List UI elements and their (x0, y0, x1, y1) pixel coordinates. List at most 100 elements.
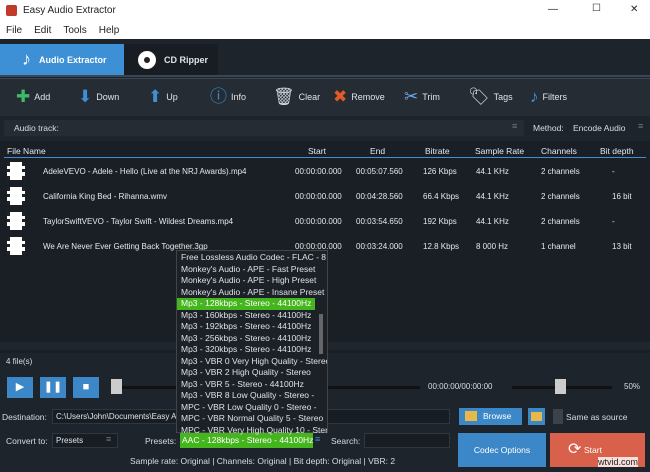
toolbar-info-button[interactable]: ⓘ Info (210, 88, 246, 105)
volume-value: 50% (624, 382, 641, 391)
cell-bitrate: 126 Kbps (423, 167, 457, 176)
same-as-source-checkbox[interactable] (553, 409, 563, 424)
presets-dropdown-list[interactable]: Free Lossless Audio Codec - FLAC - 8 Monk… (176, 250, 328, 435)
time-display: 00:00:00/00:00:00 (428, 382, 493, 391)
col-channels[interactable]: Channels (541, 146, 577, 156)
toolbar-add-button[interactable]: ✚ Add (16, 88, 50, 105)
codec-options-button[interactable]: Codec Options (458, 433, 546, 467)
cell-sample-rate: 44.1 KHz (476, 217, 509, 226)
cd-icon (138, 50, 156, 69)
position-slider-handle[interactable] (111, 379, 122, 394)
preset-option[interactable]: Free Lossless Audio Codec - FLAC - 8 (177, 252, 327, 264)
cell-bit-depth: - (612, 217, 615, 226)
tab-cd-ripper[interactable]: CD Ripper (124, 44, 218, 75)
folder-icon (465, 411, 477, 421)
col-bit-depth[interactable]: Bit depth (600, 146, 634, 156)
toolbar-trim-button[interactable]: ✂ Trim (404, 88, 440, 105)
arrow-down-icon: ⬇ (78, 87, 93, 106)
info-icon: ⓘ (210, 87, 227, 106)
refresh-icon: ⟳ (568, 441, 582, 458)
arrow-up-icon: ⬆ (148, 87, 163, 106)
table-row[interactable]: California King Bed - Rihanna.wmv 00:00:0… (4, 185, 646, 207)
preset-option[interactable]: Mp3 - VBR 8 Low Quality - Stereo - (177, 390, 327, 402)
window-title: Easy Audio Extractor (23, 5, 116, 16)
preset-option[interactable]: Monkey's Audio - APE - High Preset (177, 275, 327, 287)
folder-open-icon (531, 412, 542, 421)
preset-option[interactable]: Mp3 - VBR 5 - Stereo - 44100Hz (177, 379, 327, 391)
cell-channels: 1 channel (541, 242, 576, 251)
cell-channels: 2 channels (541, 192, 580, 201)
toolbar-filters-button[interactable]: ♪ Filters (530, 88, 567, 105)
cell-file-name: TaylorSwiftVEVO - Taylor Swift - Wildest… (43, 217, 234, 226)
toolbar-tags-button[interactable]: 🏷 Tags (468, 88, 513, 105)
video-file-icon (7, 237, 25, 255)
file-count: 4 file(s) (6, 357, 33, 366)
toolbar-down-button[interactable]: ⬇ Down (78, 88, 119, 105)
preset-option[interactable]: Monkey's Audio - APE - Fast Preset (177, 264, 327, 276)
close-button[interactable]: ✕ (630, 4, 638, 15)
menu-file[interactable]: File (6, 25, 22, 36)
scissors-icon: ✂ (404, 87, 419, 106)
cell-sample-rate: 8 000 Hz (476, 242, 509, 251)
convert-to-dropdown-icon[interactable]: ≡ (106, 434, 111, 444)
menu-edit[interactable]: Edit (34, 25, 51, 36)
method-label: Method: (533, 123, 564, 133)
browse-button[interactable]: Browse (459, 408, 522, 425)
method-dropdown-icon[interactable]: ≡ (638, 121, 643, 131)
play-button[interactable]: ▶ (7, 377, 33, 398)
status-text: Sample rate: Original | Channels: Origin… (130, 456, 396, 466)
col-bitrate[interactable]: Bitrate (425, 146, 450, 156)
plus-icon: ✚ (16, 87, 31, 106)
preset-option[interactable]: MPC - VBR Low Quality 0 - Stereo - (177, 402, 327, 414)
dropdown-scrollbar[interactable] (319, 314, 323, 354)
preset-option[interactable]: MPC - VBR Very High Quality 10 - Stereo (177, 425, 327, 437)
table-row[interactable]: AdeleVEVO - Adele - Hello (Live at the N… (4, 160, 646, 182)
search-input[interactable] (364, 433, 450, 448)
maximize-button[interactable]: ☐ (592, 3, 601, 14)
menu-bar: File Edit Tools Help (0, 22, 650, 39)
video-file-icon (7, 212, 25, 230)
col-start[interactable]: Start (308, 146, 326, 156)
preset-option[interactable]: Mp3 - VBR 2 High Quality - Stereo (177, 367, 327, 379)
method-dropdown[interactable]: Encode Audio (573, 123, 625, 133)
preset-option[interactable]: Monkey's Audio - APE - Insane Preset (177, 287, 327, 299)
cell-channels: 2 channels (541, 167, 580, 176)
preset-option[interactable]: Mp3 - 160kbps - Stereo - 44100Hz (177, 310, 327, 322)
cell-bitrate: 66.4 Kbps (423, 192, 460, 201)
tab-audio-extractor[interactable]: ♪ Audio Extractor (0, 44, 124, 75)
x-icon: ✖ (333, 87, 348, 106)
menu-tools[interactable]: Tools (63, 25, 86, 36)
music-note-icon: ♪ (530, 87, 539, 106)
open-folder-button[interactable] (528, 408, 545, 425)
cell-end: 00:04:28.560 (356, 192, 403, 201)
col-file-name[interactable]: File Name (7, 146, 46, 156)
search-label: Search: (331, 436, 361, 446)
minimize-button[interactable]: — (548, 4, 558, 15)
cell-bit-depth: 13 bit (612, 242, 632, 251)
volume-slider-handle[interactable] (555, 379, 566, 394)
col-sample-rate[interactable]: Sample Rate (475, 146, 524, 156)
preset-option[interactable]: MPC - VBR Normal Quality 5 - Stereo (177, 413, 327, 425)
tag-icon: 🏷 (468, 87, 490, 106)
cell-start: 00:00:00.000 (295, 217, 342, 226)
stop-button[interactable]: ■ (73, 377, 99, 398)
toolbar-clear-button[interactable]: 🗑 Clear (273, 88, 320, 105)
menu-help[interactable]: Help (99, 25, 120, 36)
preset-option[interactable]: Mp3 - 192kbps - Stereo - 44100Hz (177, 321, 327, 333)
preset-option[interactable]: Mp3 - 128kbps - Stereo - 44100Hz (177, 298, 315, 310)
toolbar-remove-button[interactable]: ✖ Remove (333, 88, 385, 105)
preset-option[interactable]: Mp3 - VBR 0 Very High Quality - Stereo (177, 356, 327, 368)
cell-bitrate: 192 Kbps (423, 217, 457, 226)
cell-file-name: California King Bed - Rihanna.wmv (43, 192, 168, 201)
audio-track-dropdown[interactable]: ≡ (512, 121, 517, 131)
preset-option[interactable]: Mp3 - 320kbps - Stereo - 44100Hz (177, 344, 327, 356)
cell-bit-depth: - (612, 167, 615, 176)
toolbar-up-button[interactable]: ⬆ Up (148, 88, 178, 105)
cell-sample-rate: 44.1 KHz (476, 192, 509, 201)
preset-option[interactable]: Mp3 - 256kbps - Stereo - 44100Hz (177, 333, 327, 345)
cell-start: 00:00:00.000 (295, 192, 342, 201)
col-end[interactable]: End (370, 146, 385, 156)
pause-button[interactable]: ❚❚ (40, 377, 66, 398)
trash-icon: 🗑 (273, 87, 295, 106)
table-row[interactable]: TaylorSwiftVEVO - Taylor Swift - Wildest… (4, 210, 646, 232)
